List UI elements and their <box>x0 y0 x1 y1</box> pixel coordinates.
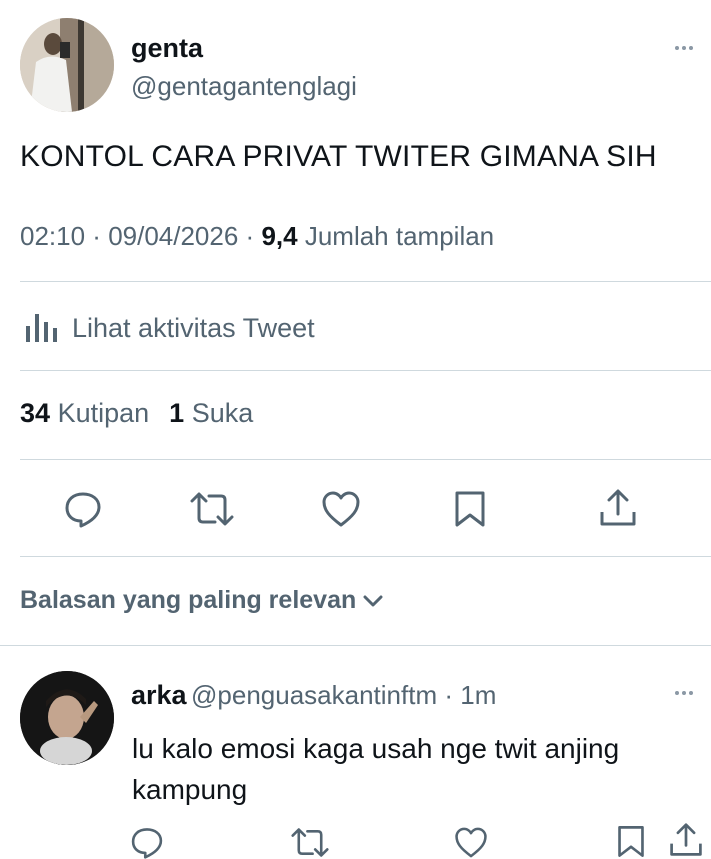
more-options-icon[interactable] <box>675 46 693 50</box>
divider <box>20 370 711 371</box>
retweet-icon[interactable] <box>190 490 234 528</box>
share-icon[interactable] <box>598 488 638 528</box>
retweet-icon[interactable] <box>291 826 329 859</box>
analytics-icon <box>24 308 58 349</box>
reply-more-options-icon[interactable] <box>675 691 693 695</box>
reply-time[interactable]: 1m <box>460 680 496 710</box>
divider <box>20 459 711 460</box>
likes-count: 1 <box>169 398 185 428</box>
quotes-stat[interactable]: 34 Kutipan <box>20 398 149 428</box>
likes-label: Suka <box>191 398 254 428</box>
tweet-time[interactable]: 02:10 <box>20 221 85 251</box>
meta-separator: · <box>437 680 461 710</box>
author-photo <box>20 18 114 112</box>
bookmark-icon[interactable] <box>453 490 487 528</box>
share-icon[interactable] <box>668 822 704 858</box>
chevron-down-icon <box>363 595 383 606</box>
divider <box>20 281 711 282</box>
bookmark-icon[interactable] <box>616 824 646 859</box>
views-count: 9,4 <box>261 221 298 251</box>
tweet-stats: 34 Kutipan 1 Suka <box>20 398 253 429</box>
quotes-count: 34 <box>20 398 51 428</box>
reply-header: arka @penguasakantinftm · 1m <box>131 680 496 711</box>
reply-author-name[interactable]: arka <box>131 680 187 710</box>
reply-text: lu kalo emosi kaga usah nge twit anjing … <box>132 733 620 805</box>
tweet-activity-link[interactable]: Lihat aktivitas Tweet <box>24 308 315 349</box>
author-avatar[interactable] <box>20 18 114 112</box>
replies-sort-dropdown[interactable]: Balasan yang paling relevan <box>20 586 384 615</box>
author-name[interactable]: genta <box>131 33 203 64</box>
tweet-date[interactable]: 09/04/2026 <box>108 221 238 251</box>
like-icon[interactable] <box>321 490 361 528</box>
like-icon[interactable] <box>454 826 488 859</box>
tweet-text: KONTOL CARA PRIVAT TWITER GIMANA SIH <box>20 140 657 173</box>
reply-icon[interactable] <box>130 826 164 859</box>
divider <box>0 645 711 646</box>
reply-author-photo <box>20 671 114 765</box>
reply-icon[interactable] <box>64 490 102 528</box>
reply-author-handle[interactable]: @penguasakantinftm <box>191 680 437 710</box>
quotes-label: Kutipan <box>57 398 150 428</box>
views-label: Jumlah tampilan <box>304 221 495 251</box>
meta-separator: · <box>238 221 262 251</box>
divider <box>20 556 711 557</box>
meta-separator: · <box>85 221 109 251</box>
author-handle[interactable]: @gentagantenglagi <box>131 71 357 102</box>
tweet-meta: 02:10 · 09/04/2026 · 9,4 Jumlah tampilan <box>20 221 494 252</box>
activity-label: Lihat aktivitas Tweet <box>72 313 315 343</box>
replies-sort-label: Balasan yang paling relevan <box>20 586 357 614</box>
likes-stat[interactable]: 1 Suka <box>169 398 253 428</box>
reply-author-avatar[interactable] <box>20 671 114 765</box>
